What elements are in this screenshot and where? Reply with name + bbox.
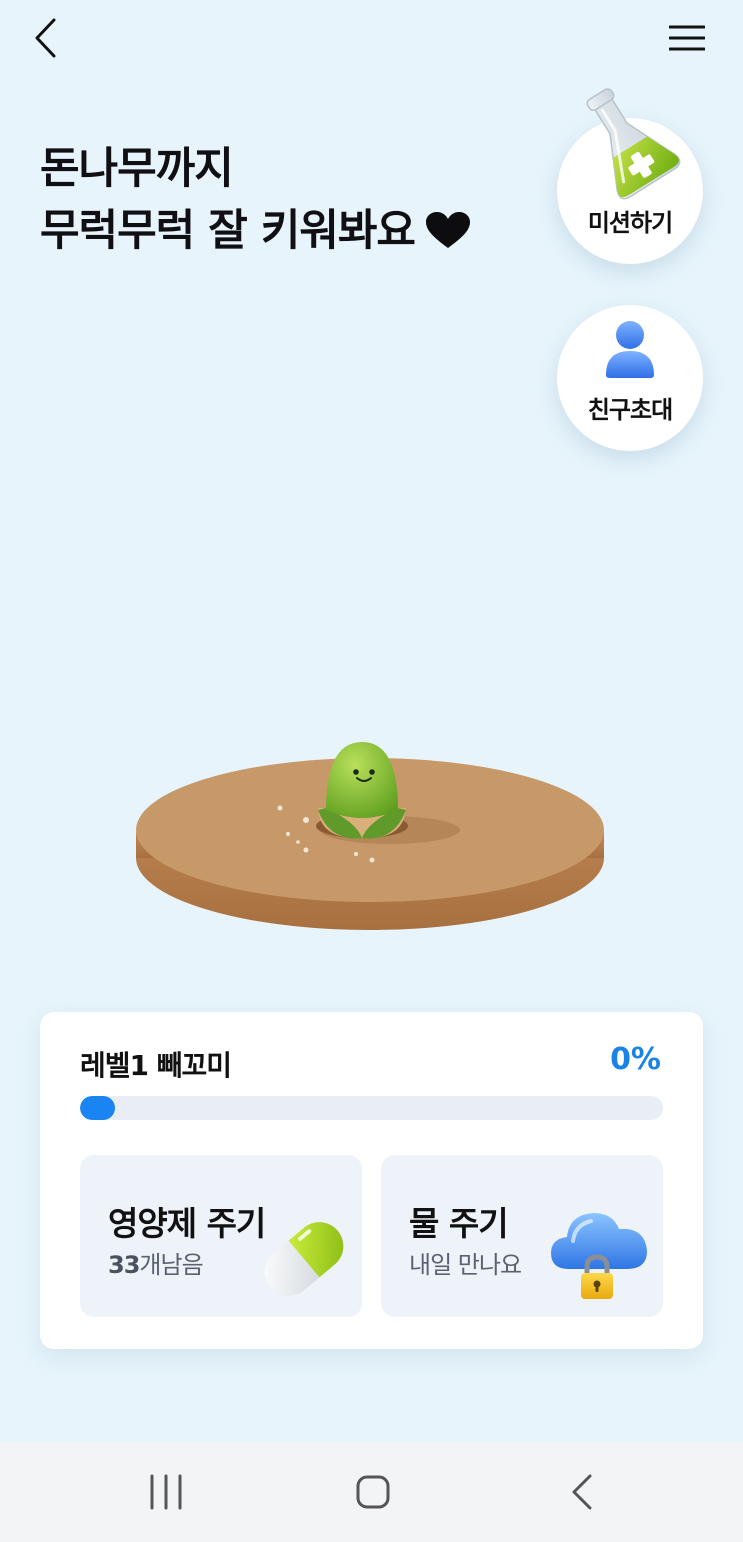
give-water-button[interactable]: 물 주기 내일 만나요 — [381, 1155, 663, 1317]
hamburger-menu-icon — [669, 25, 705, 51]
invite-button[interactable]: 친구초대 — [557, 305, 703, 451]
headline-line-2-text: 무럭무럭 잘 키워봐요 — [40, 206, 416, 256]
page-headline: 돈나무까지 무럭무럭 잘 키워봐요 — [40, 138, 471, 262]
headline-line-1: 돈나무까지 — [40, 144, 234, 194]
system-back-button[interactable] — [552, 1468, 612, 1516]
sprout-icon — [136, 742, 604, 930]
give-nutrient-button[interactable]: 영양제 주기 33개남음 — [80, 1155, 362, 1317]
nutrient-count-suffix: 개남음 — [139, 1251, 203, 1279]
menu-button[interactable] — [661, 14, 713, 62]
progress-fill — [80, 1096, 115, 1120]
level-card: 레벨1 빼꼬미 0% 영양제 주기 33개남음 물 주기 내일 만나요 — [40, 1012, 703, 1349]
level-label: 레벨1 빼꼬미 — [80, 1049, 232, 1082]
system-nav-bar — [0, 1442, 743, 1542]
headline-line-2: 무럭무럭 잘 키워봐요 — [40, 200, 471, 262]
flask-icon — [586, 88, 681, 200]
give-nutrient-title: 영양제 주기 — [108, 1204, 266, 1243]
top-bar — [0, 0, 743, 80]
pill-icon — [264, 1222, 344, 1296]
mission-button-label: 미션하기 — [587, 209, 673, 237]
invite-button-label: 친구초대 — [587, 396, 673, 424]
back-icon — [572, 1474, 592, 1510]
water-availability: 내일 만나요 — [409, 1251, 522, 1279]
person-icon — [606, 321, 654, 378]
mission-button[interactable]: 미션하기 — [557, 88, 703, 264]
nutrient-count: 33 — [108, 1251, 140, 1279]
back-button[interactable] — [22, 14, 70, 62]
progress-bar — [80, 1096, 663, 1120]
nutrient-remaining: 33개남음 — [108, 1245, 204, 1280]
locked-cloud-icon — [551, 1213, 647, 1299]
recent-apps-icon — [150, 1474, 182, 1510]
recent-apps-button[interactable] — [136, 1468, 196, 1516]
heart-icon — [425, 211, 470, 248]
home-icon — [356, 1475, 390, 1509]
give-water-title: 물 주기 — [409, 1204, 509, 1243]
level-percent: 0% — [610, 1042, 661, 1077]
chevron-left-icon — [35, 18, 56, 58]
home-button[interactable] — [343, 1468, 403, 1516]
